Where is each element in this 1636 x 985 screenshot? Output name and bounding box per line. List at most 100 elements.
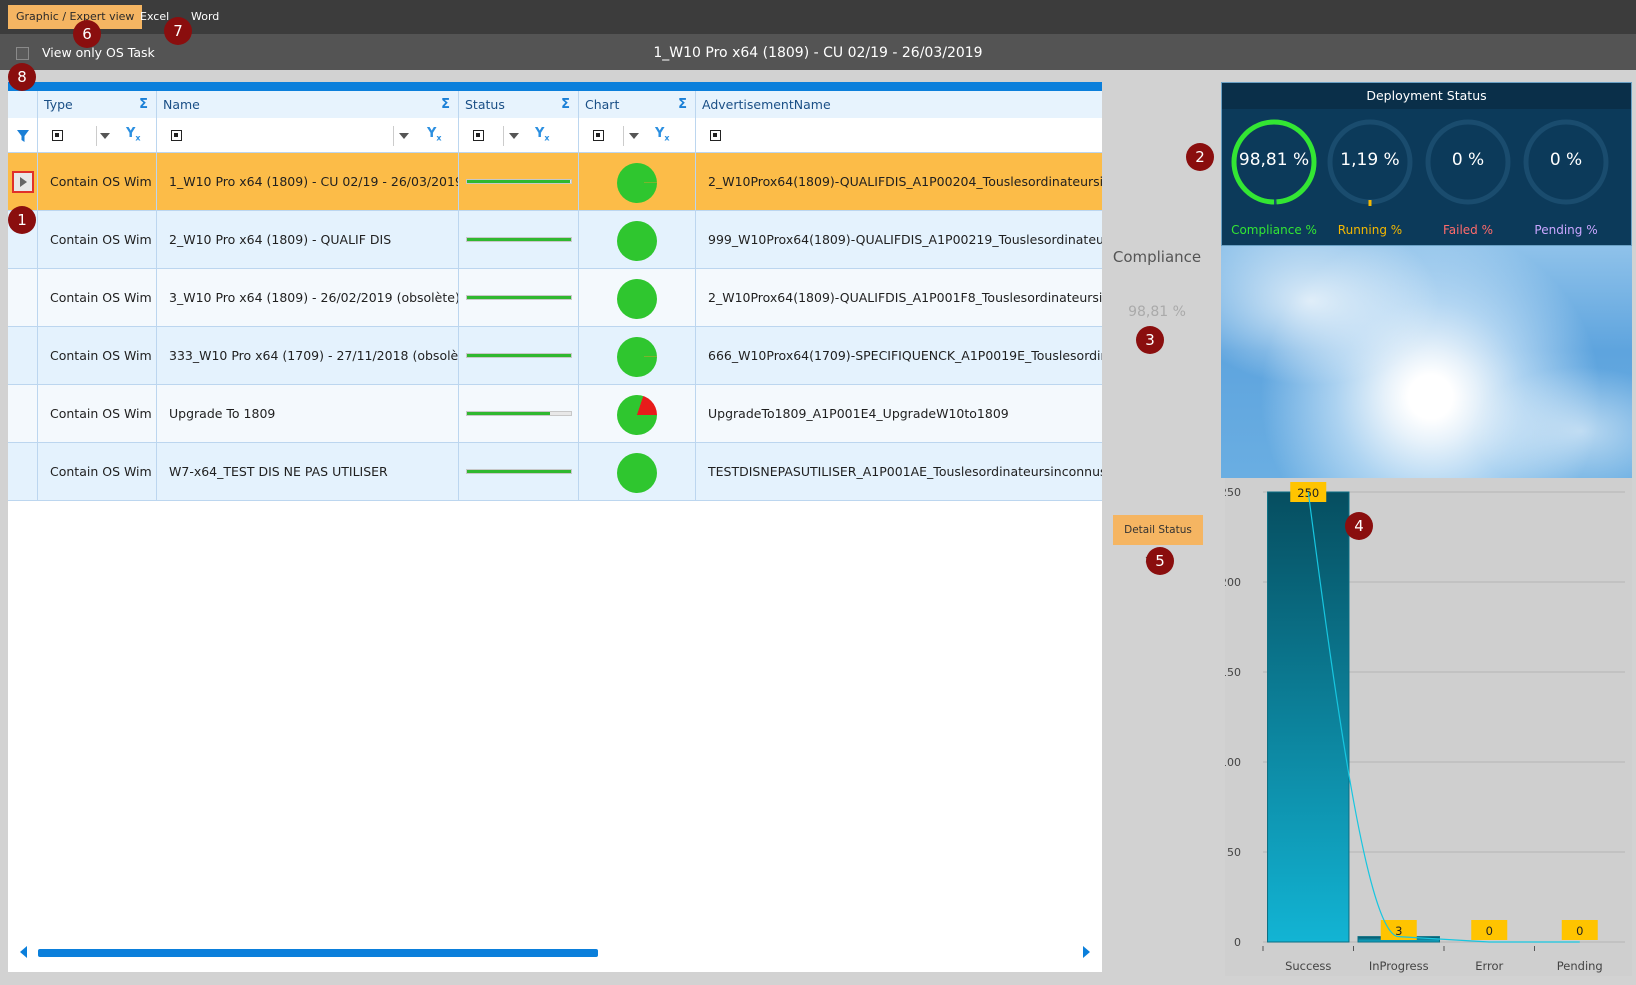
cell-advertisementname: 2_W10Prox64(1809)-QUALIFDIS_A1P001F8_Tou… <box>708 290 1102 305</box>
filter-cell-name[interactable]: Yx <box>157 118 459 153</box>
table-row[interactable]: Contain OS Wim W7-x64_TEST DIS NE PAS UTI… <box>8 443 1102 501</box>
annotation-badge-6: 6 <box>73 20 101 48</box>
chevron-down-icon[interactable] <box>399 133 409 139</box>
filter-operator-icon[interactable] <box>52 130 63 141</box>
scroll-left-icon[interactable] <box>20 946 27 958</box>
cell-chart <box>579 385 696 442</box>
row-expander-cell[interactable] <box>8 327 38 384</box>
expand-row-icon[interactable] <box>12 171 34 193</box>
sum-icon[interactable]: Σ <box>441 91 450 118</box>
status-progress-fill <box>467 354 571 357</box>
annotation-badge-5: 5 <box>1146 547 1174 575</box>
detail-status-button[interactable]: Detail Status >>> <box>1113 515 1203 566</box>
horizontal-scrollbar[interactable] <box>38 949 598 957</box>
status-pie-chart <box>617 221 657 261</box>
status-progress-bar <box>466 353 572 358</box>
grid-top-bar <box>8 82 1102 91</box>
cell-advertisementname: 2_W10Prox64(1809)-QUALIFDIS_A1P00204_Tou… <box>708 174 1102 189</box>
clear-filter-icon[interactable]: Yx <box>126 126 141 143</box>
gauge-2: 0 % Failed % <box>1418 83 1518 243</box>
table-row[interactable]: Contain OS Wim 3_W10 Pro x64 (1809) - 26/… <box>8 269 1102 327</box>
column-header-chart[interactable]: Chart Σ <box>579 91 696 118</box>
status-progress-bar <box>466 179 572 184</box>
cell-chart <box>579 153 696 210</box>
column-header-advertisementname[interactable]: AdvertisementName <box>696 91 1102 118</box>
task-grid: Type Σ Name Σ Status Σ Chart Σ Advertisement… <box>8 82 1102 972</box>
cell-type: Contain OS Wim <box>38 385 157 442</box>
cell-name: 1_W10 Pro x64 (1809) - CU 02/19 - 26/03/… <box>157 153 459 210</box>
chevron-down-icon[interactable] <box>509 133 519 139</box>
annotation-badge-4: 4 <box>1345 512 1373 540</box>
column-header-name[interactable]: Name Σ <box>157 91 459 118</box>
page-title: 1_W10 Pro x64 (1809) - CU 02/19 - 26/03/… <box>653 45 983 61</box>
gauge-label: Pending % <box>1534 223 1598 237</box>
filter-cell-advertisementname[interactable] <box>696 118 1102 153</box>
column-header-type[interactable]: Type Σ <box>38 91 157 118</box>
row-expander-cell[interactable] <box>8 385 38 442</box>
clear-filter-icon[interactable]: Yx <box>535 126 550 143</box>
cell-advertisementname: TESTDISNEPASUTILISER_A1P001AE_Touslesord… <box>708 464 1102 479</box>
gauge-3: 0 % Pending % <box>1516 83 1616 243</box>
y-tick-label: 150 <box>1225 666 1241 679</box>
cell-name: 3_W10 Pro x64 (1809) - 26/02/2019 (obsol… <box>157 269 459 326</box>
scroll-right-icon[interactable] <box>1083 946 1090 958</box>
filter-cell-chart[interactable]: Yx <box>579 118 696 153</box>
cell-status <box>459 153 579 210</box>
filter-separator <box>96 126 97 146</box>
annotation-badge-1: 1 <box>8 206 36 234</box>
clear-filter-icon[interactable]: Yx <box>655 126 670 143</box>
bar-chart-svg: 050100150200250250Success3InProgress0Err… <box>1220 482 1625 973</box>
sum-icon[interactable]: Σ <box>139 91 148 118</box>
cell-chart <box>579 327 696 384</box>
y-tick-label: 50 <box>1227 846 1241 859</box>
annotation-badge-8: 8 <box>8 63 36 91</box>
table-row[interactable]: Contain OS Wim 333_W10 Pro x64 (1709) - 2… <box>8 327 1102 385</box>
category-label: Success <box>1285 959 1331 973</box>
column-header-chart-label: Chart <box>585 97 620 112</box>
status-progress-fill <box>467 180 570 183</box>
clear-filter-icon[interactable]: Yx <box>427 126 442 143</box>
status-pie-chart <box>617 163 657 203</box>
value-label: 0 <box>1576 924 1583 938</box>
status-pie-chart <box>617 453 657 493</box>
table-row[interactable]: Contain OS Wim 2_W10 Pro x64 (1809) - QUA… <box>8 211 1102 269</box>
filter-icon[interactable] <box>16 129 30 143</box>
cell-type: Contain OS Wim <box>38 269 157 326</box>
chevron-down-icon[interactable] <box>100 133 110 139</box>
column-header-name-label: Name <box>163 97 200 112</box>
cell-status <box>459 211 579 268</box>
column-header-status[interactable]: Status Σ <box>459 91 579 118</box>
gauge-0: 98,81 % Compliance % <box>1224 83 1324 243</box>
filter-operator-icon[interactable] <box>171 130 182 141</box>
gauge-label: Compliance % <box>1231 223 1317 237</box>
filter-separator <box>393 126 394 146</box>
chevron-down-icon[interactable] <box>629 133 639 139</box>
row-expander-cell[interactable] <box>8 443 38 500</box>
cell-chart <box>579 443 696 500</box>
cell-advertisementname: 666_W10Prox64(1709)-SPECIFIQUENCK_A1P001… <box>708 348 1102 363</box>
filter-cell-type[interactable]: Yx <box>38 118 157 153</box>
row-expander-cell[interactable] <box>8 153 38 210</box>
gauge-label: Running % <box>1337 223 1403 237</box>
filter-operator-icon[interactable] <box>710 130 721 141</box>
filter-cell-status[interactable]: Yx <box>459 118 579 153</box>
gauge-value: 1,19 % <box>1340 150 1400 170</box>
status-progress-fill <box>467 296 571 299</box>
sum-icon[interactable]: Σ <box>678 91 687 118</box>
table-row[interactable]: Contain OS Wim Upgrade To 1809 UpgradeTo18… <box>8 385 1102 443</box>
filter-separator <box>503 126 504 146</box>
filter-operator-icon[interactable] <box>593 130 604 141</box>
cell-chart <box>579 269 696 326</box>
cell-status <box>459 269 579 326</box>
status-progress-bar <box>466 411 572 416</box>
sum-icon[interactable]: Σ <box>561 91 570 118</box>
category-label: Error <box>1475 959 1503 973</box>
annotation-badge-7: 7 <box>164 17 192 45</box>
status-pie-chart <box>617 337 657 377</box>
cell-type: Contain OS Wim <box>38 153 157 210</box>
table-row[interactable]: Contain OS Wim 1_W10 Pro x64 (1809) - CU … <box>8 153 1102 211</box>
status-progress-bar <box>466 237 572 242</box>
row-expander-cell[interactable] <box>8 269 38 326</box>
filter-operator-icon[interactable] <box>473 130 484 141</box>
status-progress-bar <box>466 469 572 474</box>
